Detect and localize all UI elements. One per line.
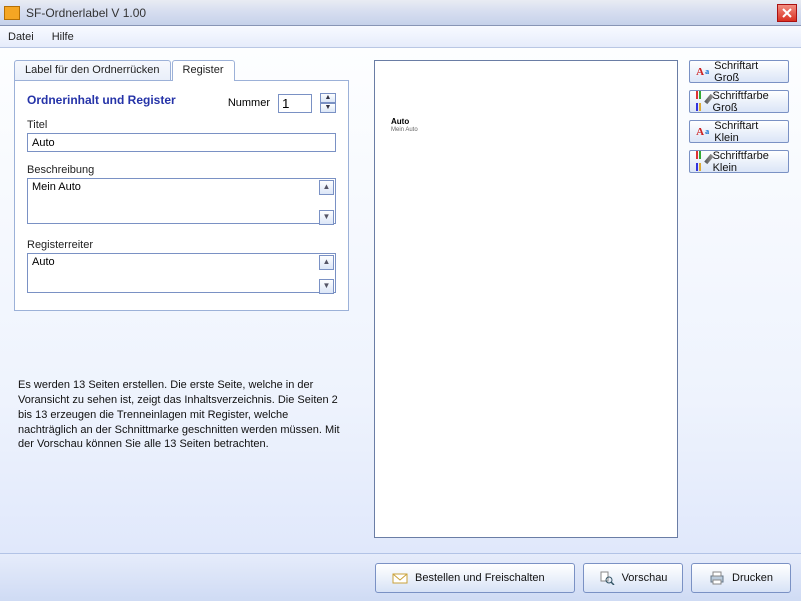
close-button[interactable] <box>777 4 797 22</box>
regtab-scroll: ▲ ▼ <box>319 255 334 294</box>
color-large-label: Schriftfarbe Groß <box>713 90 782 114</box>
spinner-up[interactable]: ▲ <box>320 93 336 103</box>
order-label: Bestellen und Freischalten <box>415 572 545 584</box>
tab-body: Ordnerinhalt und Register Nummer ▲ ▼ Tit… <box>14 80 349 311</box>
tab-row: Label für den Ordnerrücken Register <box>14 60 349 81</box>
magnifier-icon <box>599 571 615 585</box>
desc-scroll-down[interactable]: ▼ <box>319 210 334 225</box>
color-small-button[interactable]: Schriftfarbe Klein <box>689 150 789 173</box>
print-label: Drucken <box>732 572 773 584</box>
form-heading: Ordnerinhalt und Register <box>27 93 176 107</box>
app-icon <box>4 6 20 20</box>
desc-scroll: ▲ ▼ <box>319 180 334 225</box>
regtab-textarea[interactable] <box>27 253 336 293</box>
color-icon <box>696 156 708 168</box>
color-small-label: Schriftfarbe Klein <box>713 150 782 174</box>
color-large-button[interactable]: Schriftfarbe Groß <box>689 90 789 113</box>
tab-label-back[interactable]: Label für den Ordnerrücken <box>14 60 171 81</box>
regtab-scroll-down[interactable]: ▼ <box>319 279 334 294</box>
title-label: Titel <box>27 119 336 131</box>
font-icon: Aa <box>696 66 709 78</box>
desc-textarea[interactable] <box>27 178 336 224</box>
preview-page: Auto Mein Auto <box>374 60 678 538</box>
preview-desc: Mein Auto <box>391 127 661 133</box>
number-spinner: ▲ ▼ <box>320 93 336 113</box>
envelope-icon <box>392 571 408 585</box>
desc-label: Beschreibung <box>27 164 336 176</box>
font-small-button[interactable]: Aa Schriftart Klein <box>689 120 789 143</box>
regtab-scroll-up[interactable]: ▲ <box>319 255 334 270</box>
client-area: Label für den Ordnerrücken Register Ordn… <box>0 48 801 553</box>
info-text: Es werden 13 Seiten erstellen. Die erste… <box>18 378 348 452</box>
spinner-down[interactable]: ▼ <box>320 103 336 113</box>
font-large-label: Schriftart Groß <box>714 60 782 84</box>
right-buttons: Aa Schriftart Groß Schriftfarbe Groß Aa … <box>689 60 789 173</box>
color-icon <box>696 96 708 108</box>
regtab-label: Registerreiter <box>27 239 336 251</box>
print-button[interactable]: Drucken <box>691 563 791 593</box>
menu-file[interactable]: Datei <box>8 31 34 43</box>
desc-scroll-up[interactable]: ▲ <box>319 180 334 195</box>
preview-label: Vorschau <box>622 572 668 584</box>
font-small-label: Schriftart Klein <box>714 120 782 144</box>
menu-help[interactable]: Hilfe <box>52 31 74 43</box>
left-panel: Label für den Ordnerrücken Register Ordn… <box>14 60 349 312</box>
printer-icon <box>709 571 725 585</box>
title-bar: SF-Ordnerlabel V 1.00 <box>0 0 801 26</box>
window-title: SF-Ordnerlabel V 1.00 <box>26 6 777 20</box>
font-icon: Aa <box>696 126 709 138</box>
preview-button[interactable]: Vorschau <box>583 563 683 593</box>
font-large-button[interactable]: Aa Schriftart Groß <box>689 60 789 83</box>
number-label: Nummer <box>228 97 270 109</box>
order-button[interactable]: Bestellen und Freischalten <box>375 563 575 593</box>
title-input[interactable] <box>27 133 336 152</box>
menu-bar: Datei Hilfe <box>0 26 801 48</box>
bottom-bar: Bestellen und Freischalten Vorschau Druc… <box>0 553 801 601</box>
preview-title: Auto <box>391 117 661 126</box>
number-field[interactable] <box>278 94 312 113</box>
tab-register[interactable]: Register <box>172 60 235 81</box>
